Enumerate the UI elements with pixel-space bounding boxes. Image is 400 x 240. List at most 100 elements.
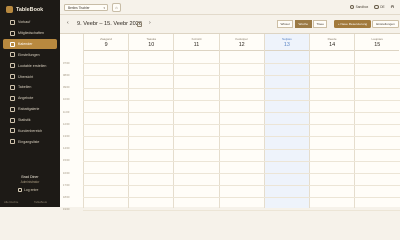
hour-line: [83, 124, 400, 126]
view-list-button[interactable]: Tisee: [313, 20, 328, 28]
sidebar-item-kundenbereich[interactable]: Kundenbereich: [0, 126, 60, 137]
hour-label: 13:00: [63, 134, 70, 138]
hour-label: 17:00: [63, 183, 70, 187]
day-number: 13: [283, 41, 290, 48]
hour-line: [83, 209, 400, 211]
day-column[interactable]: Laupäev 15: [354, 34, 400, 208]
sidebar-item-label: Mitgliedschaften: [18, 31, 44, 36]
day-column[interactable]: Kesküper 12: [218, 34, 264, 208]
day-column[interactable]: Zaagand 9: [83, 34, 129, 208]
day-column[interactable]: Neljäss 13: [263, 34, 309, 208]
hour-line: [83, 173, 400, 174]
calendar-icon: [10, 41, 15, 47]
settings-link[interactable]: Sandbox: [349, 4, 369, 10]
notifications-button[interactable]: ⍾: [391, 4, 394, 10]
hour-label: 12:00: [63, 122, 70, 126]
settings-icon: [349, 4, 355, 10]
hour-label: 16:00: [63, 171, 70, 175]
hour-line: [83, 160, 400, 162]
globe-icon: [374, 4, 379, 10]
hour-line: [83, 87, 400, 89]
hour-label: 18:00: [63, 195, 70, 199]
day-column[interactable]: Reede 14: [309, 34, 355, 208]
sidebar-item-eingangsliste[interactable]: Eingangsliste: [0, 136, 60, 147]
hour-line: [83, 148, 400, 150]
location-select[interactable]: Berlins Tischler ▾: [64, 4, 108, 11]
gear-icon: [10, 52, 15, 58]
sidebar-item-einstellungen[interactable]: Einstellungen: [0, 49, 60, 60]
chart-icon: [10, 117, 15, 123]
hour-line: [83, 75, 400, 77]
hour-label: 15:00: [63, 159, 70, 163]
plus-icon: [10, 63, 15, 69]
sidebar-item-kalender[interactable]: Kalender: [3, 38, 57, 50]
sidebar-item-vorkauf[interactable]: Vorkauf: [0, 17, 60, 28]
sidebar-item-lootable-erstellen[interactable]: Lootable erstellen: [0, 60, 60, 71]
sidebar-item-label: Eingangsliste: [18, 139, 40, 144]
day-header: Zaagand 9: [84, 34, 129, 51]
prev-week-button[interactable]: ‹: [67, 20, 69, 26]
hour-line: [83, 63, 400, 65]
settings-button[interactable]: Einstellungen: [372, 20, 399, 28]
brand: TableBook: [6, 6, 43, 13]
location-button[interactable]: ⌂: [112, 3, 121, 12]
sidebar-item-label: Vorkauf: [18, 20, 31, 25]
sidebar-item-label: Statistik: [18, 118, 31, 123]
cart-icon: [10, 19, 15, 25]
view-day-label: Wisser: [280, 22, 290, 26]
sidebar-item-label: Kalender: [18, 42, 33, 47]
topbar-actions: Sandbox DE ⍾: [349, 4, 394, 10]
week-title: 9. Veebr – 15. Veebr 2026: [77, 21, 143, 27]
calendar-icon[interactable]: [137, 21, 142, 27]
sidebar-item-label: Angebote: [18, 96, 34, 101]
sidebar-item-mitgliedschaften[interactable]: Mitgliedschaften: [0, 28, 60, 39]
sidebar-item-rabattgalerie[interactable]: Rabattgalerie: [0, 104, 60, 115]
language-switch[interactable]: DE: [374, 4, 385, 10]
sidebar-item--bersicht[interactable]: Übersicht: [0, 71, 60, 82]
hour-line: [83, 197, 400, 199]
users-icon: [10, 128, 15, 134]
hour-label: 08:00: [63, 73, 70, 77]
logout-button[interactable]: Log entre: [18, 188, 38, 192]
day-number: 11: [193, 41, 200, 48]
day-header: Laupäev 15: [355, 34, 400, 51]
language-label: DE: [380, 5, 385, 9]
hour-line: [83, 112, 400, 113]
new-reservation-button[interactable]: + Neue Reservierung: [334, 20, 371, 28]
day-column[interactable]: Kolmitti 11: [173, 34, 219, 208]
user-role: Administrator: [20, 180, 40, 184]
brand-name: TableBook: [16, 6, 44, 13]
sidebar-item-label: Übersicht: [18, 74, 34, 79]
day-header: Taaska 10: [129, 34, 174, 51]
sidebar-item-angebote[interactable]: Angebote: [0, 93, 60, 104]
tag-icon: [10, 95, 15, 101]
hour-label: 07:00: [63, 61, 70, 65]
hour-line: [83, 99, 400, 101]
sidebar-item-label: Kundenbereich: [18, 128, 43, 133]
hour-label: 09:00: [63, 86, 70, 90]
table-icon: [10, 84, 15, 90]
view-week-label: Woche: [298, 22, 309, 26]
logout-label: Log entre: [24, 188, 39, 192]
sidebar-item-label: Tabellen: [18, 85, 32, 90]
location-value: Berlins Tischler: [68, 5, 90, 10]
list-icon: [10, 139, 15, 145]
view-week-button[interactable]: Woche: [295, 20, 312, 28]
user-name: Brad Diner: [21, 175, 39, 179]
sidebar-item-statistik[interactable]: Statistik: [0, 115, 60, 126]
hour-line: [83, 136, 400, 138]
view-list-label: Tisee: [316, 22, 324, 26]
view-day-button[interactable]: Wisser: [277, 20, 294, 28]
topbar: Berlins Tischler ▾ ⌂ Sandbox DE ⍾: [60, 0, 400, 15]
hour-line: [83, 185, 400, 187]
settings-label: Sandbox: [355, 5, 369, 9]
calendar-toolbar: ‹ 9. Veebr – 15. Veebr 2026 › Wisser Woc…: [60, 17, 400, 31]
day-number: 9: [104, 41, 108, 48]
next-week-button[interactable]: ›: [149, 20, 151, 26]
sidebar-item-tabellen[interactable]: Tabellen: [0, 82, 60, 93]
hour-label: 14:00: [63, 147, 70, 151]
day-column[interactable]: Taaska 10: [128, 34, 174, 208]
time-column: [60, 34, 66, 208]
footer-right: TableBook: [34, 200, 48, 204]
day-header: Kolmitti 11: [174, 34, 219, 51]
